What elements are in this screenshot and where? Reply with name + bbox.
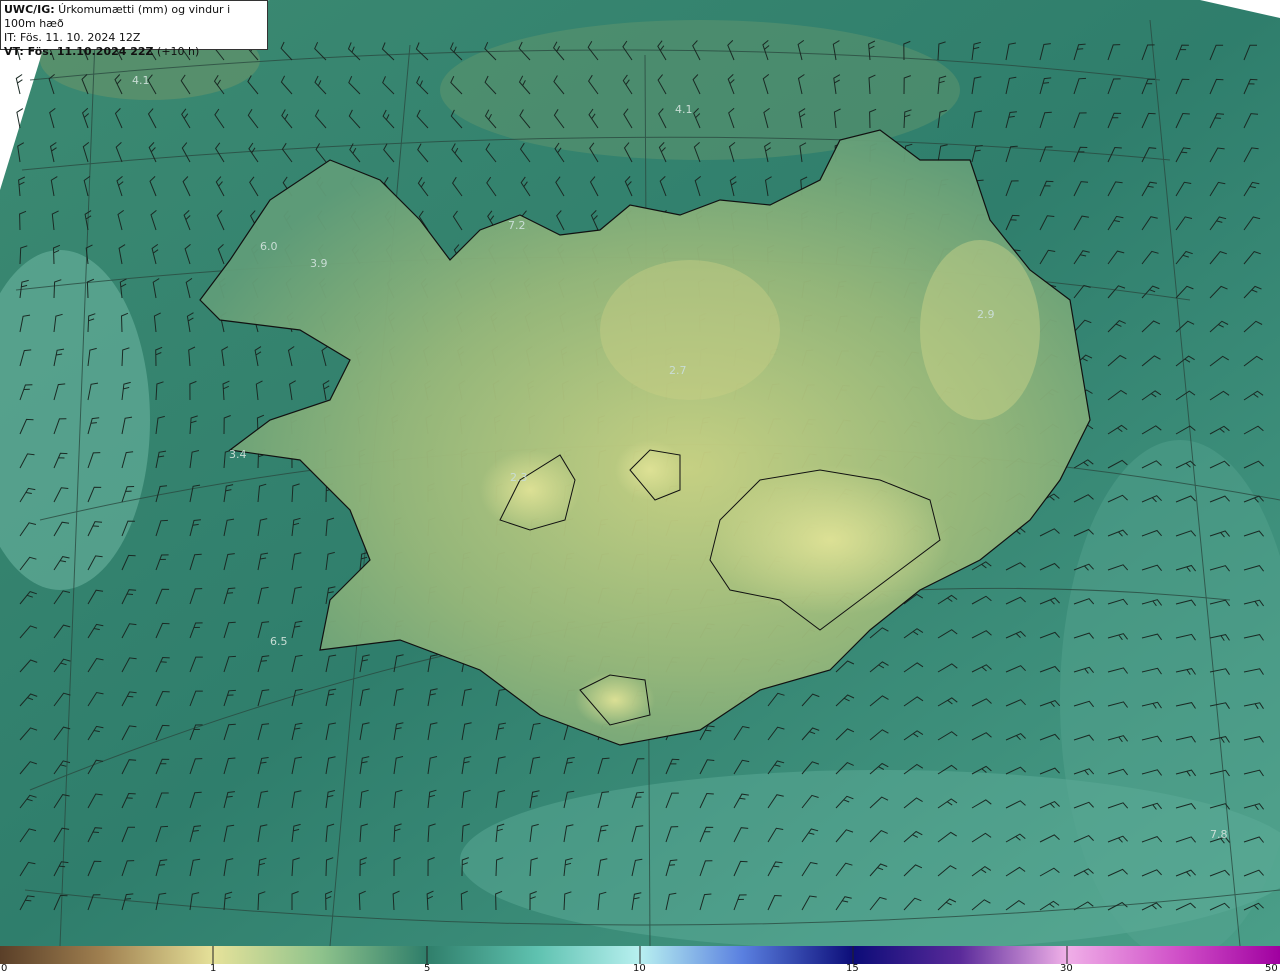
product-title: UWC/IG: Úrkomumætti (mm) og vindur i 100…	[4, 3, 264, 31]
point-value: 3.4	[229, 448, 247, 461]
colorbar	[0, 946, 1280, 964]
point-value: 2.9	[977, 308, 995, 321]
initial-time: IT: Fös. 11. 10. 2024 12Z	[4, 31, 141, 44]
colorbar-labels: 0 1 5 10 15 30 50	[0, 963, 1280, 978]
map-info-box: UWC/IG: Úrkomumætti (mm) og vindur i 100…	[0, 0, 268, 58]
colorbar-tick: 30	[1060, 963, 1073, 974]
point-value: 2.3	[510, 471, 528, 484]
valid-time: VT: Fös. 11.10.2024 22Z	[4, 45, 154, 58]
colorbar-tick: 1	[210, 963, 217, 974]
point-value: 7.2	[508, 219, 526, 232]
point-value: 4.1	[675, 103, 693, 116]
product-code: UWC/IG:	[4, 3, 55, 16]
colorbar-tick: 0	[1, 963, 8, 974]
valid-time-line: VT: Fös. 11.10.2024 22Z (+10 h)	[4, 45, 264, 59]
point-value: 3.9	[310, 257, 328, 270]
point-value: 4.1	[132, 74, 150, 87]
colorbar-tick: 10	[633, 963, 646, 974]
colorbar-tick: 50	[1265, 963, 1278, 974]
point-value: 2.7	[669, 364, 687, 377]
point-value: 6.5	[270, 635, 288, 648]
point-value: 7.8	[1210, 828, 1228, 841]
precipitation-wind-map: 4.1 4.1 7.2 6.0 3.9 2.9 2.7 3.4 2.3 6.5 …	[0, 0, 1280, 946]
colorbar-tick: 15	[846, 963, 859, 974]
colorbar-tick: 5	[424, 963, 431, 974]
forecast-offset: (+10 h)	[153, 45, 200, 58]
point-value: 6.0	[260, 240, 278, 253]
